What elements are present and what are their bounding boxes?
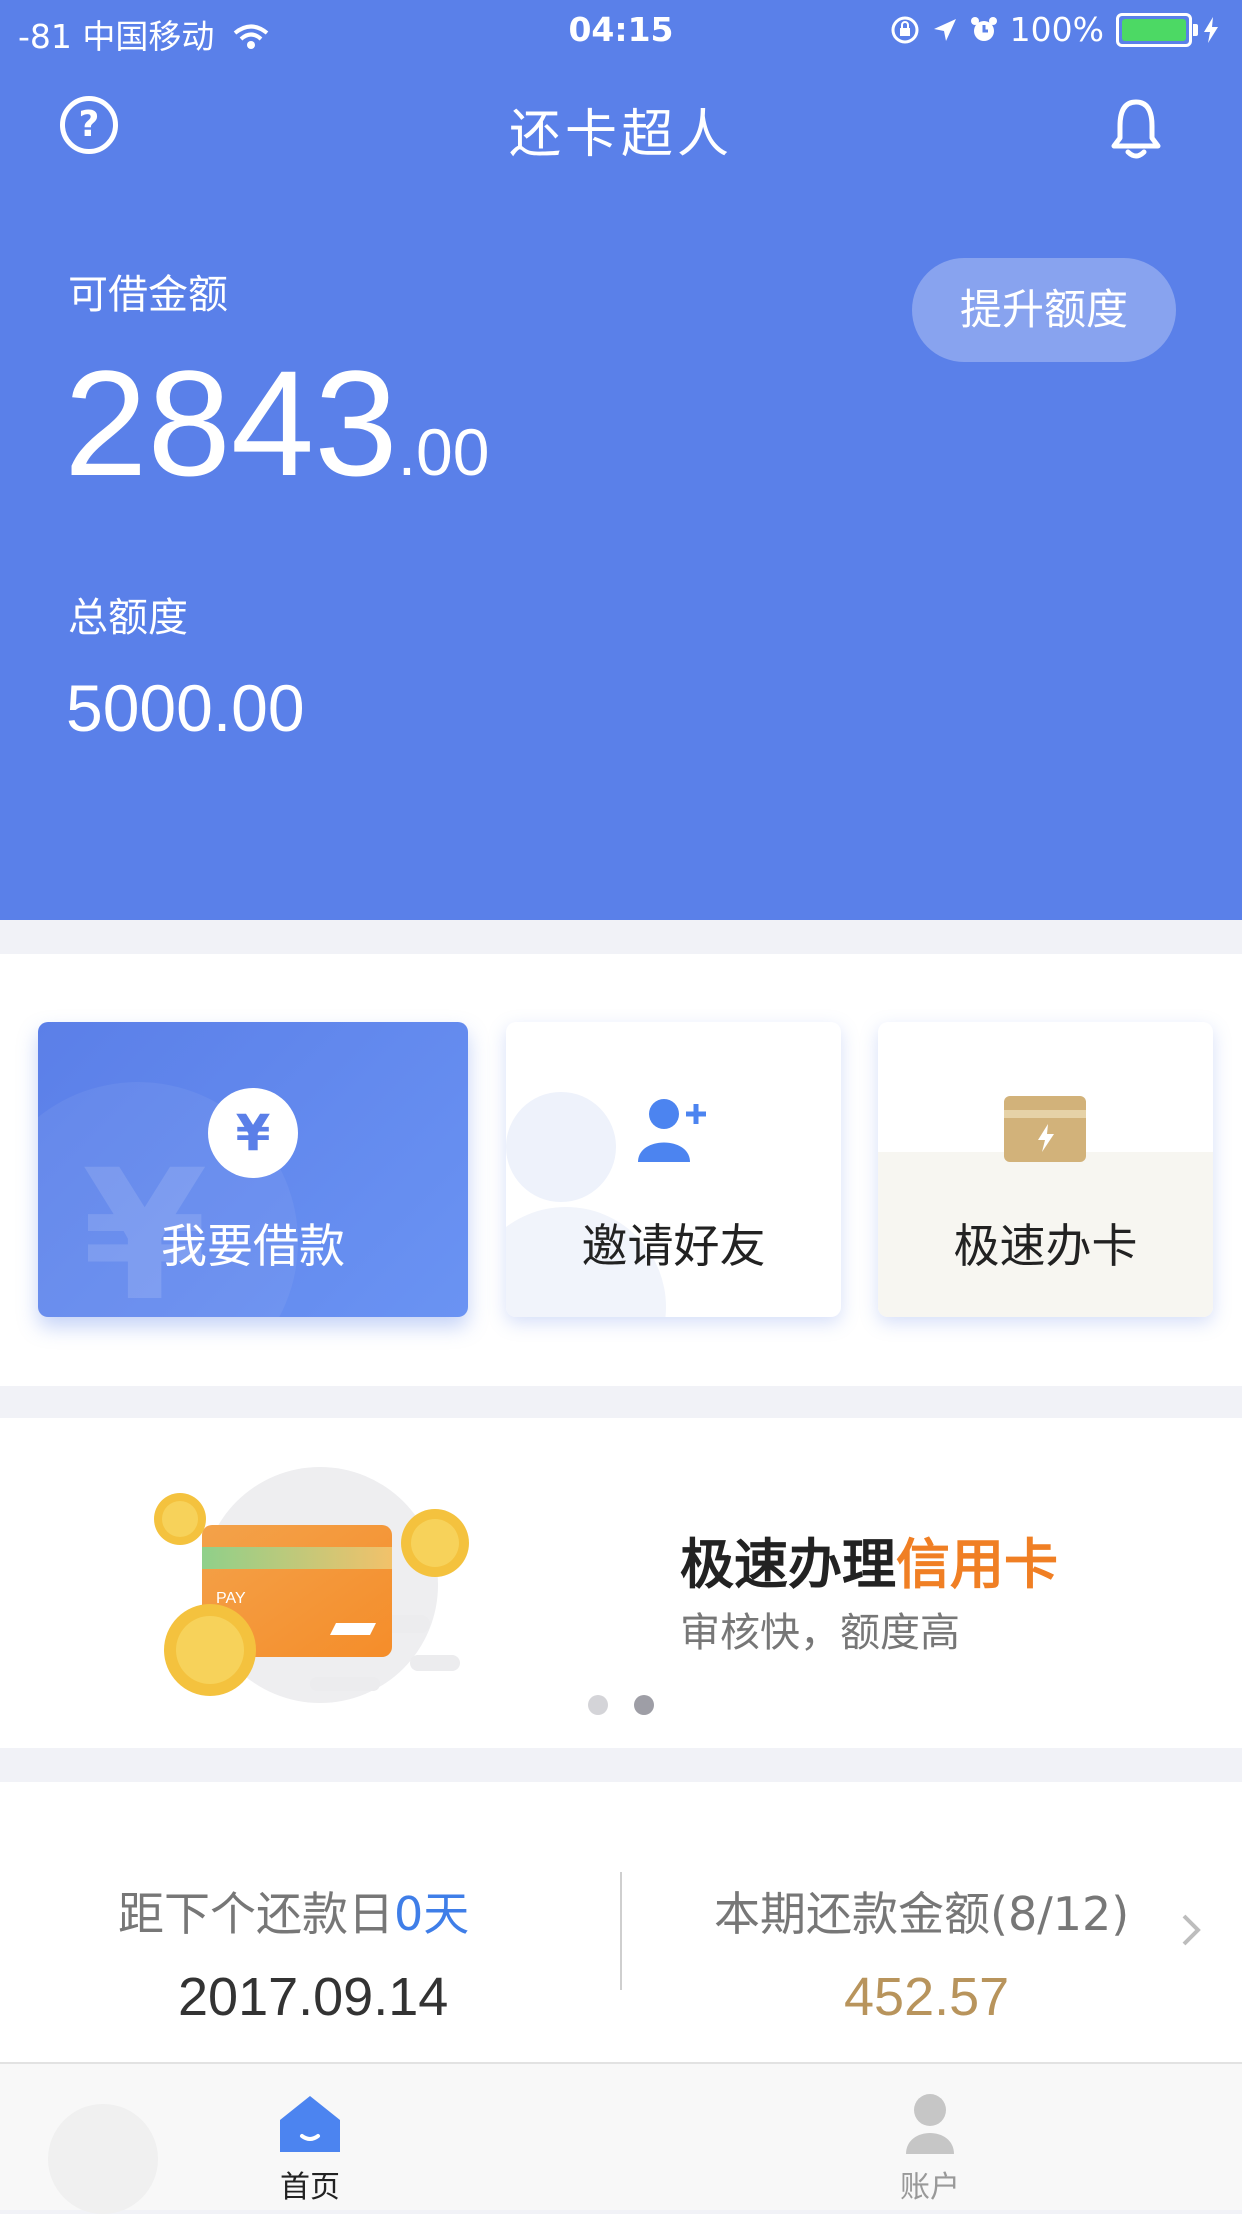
banner-subtitle: 审核快，额度高	[680, 1610, 960, 1656]
invite-label: 邀请好友	[581, 1219, 766, 1273]
total-amount: 5000.00	[66, 671, 305, 745]
apply-card-label: 极速办卡	[953, 1219, 1138, 1273]
repayment-amount: 452.57	[844, 1967, 1010, 2027]
credit-header: -81 中国移动 04:15 100% ? 还卡超人 可借金额 提升额度 284…	[0, 0, 1242, 920]
chevron-right-icon[interactable]	[1180, 1912, 1202, 1948]
available-label: 可借金额	[68, 272, 228, 318]
tab-home-label: 首页	[280, 2170, 340, 2205]
available-amount: 2843.00	[64, 339, 490, 507]
amount-label: 本期还款金额(8/12)	[714, 1887, 1130, 1941]
invite-friends-card[interactable]: 邀请好友	[506, 1022, 841, 1317]
user-icon	[906, 2094, 954, 2154]
carousel-dot-1[interactable]	[588, 1695, 608, 1715]
location-arrow-icon	[933, 18, 956, 41]
days-until-label: 距下个还款日0天	[118, 1887, 470, 1941]
banner-title: 极速办理信用卡	[680, 1533, 1058, 1596]
tab-account-label: 账户	[900, 2170, 960, 2205]
repayment-date: 2017.09.14	[178, 1967, 449, 2027]
total-label: 总额度	[68, 595, 188, 641]
status-right: 100%	[890, 10, 1218, 49]
battery-icon	[1116, 12, 1198, 47]
carousel-dot-2[interactable]	[634, 1695, 654, 1715]
floating-assist-button[interactable]	[48, 2104, 158, 2214]
borrow-label: 我要借款	[161, 1219, 345, 1273]
status-bar: -81 中国移动 04:15 100%	[0, 0, 1242, 62]
repayment-divider	[620, 1872, 622, 1990]
card-icon	[1004, 1096, 1086, 1162]
charging-icon	[1204, 16, 1218, 43]
yen-icon: ¥	[208, 1088, 298, 1178]
alarm-icon	[970, 16, 997, 41]
rotation-lock-icon	[891, 16, 919, 43]
borrow-card[interactable]: ¥ ¥ 我要借款	[38, 1022, 468, 1317]
raise-limit-button[interactable]: 提升额度	[912, 258, 1176, 362]
home-icon	[280, 2096, 340, 2152]
tab-bar: 首页 账户	[0, 2062, 1242, 2214]
decor-head	[506, 1092, 616, 1202]
pay-text: PAY	[216, 1590, 246, 1607]
quick-card-apply-card[interactable]: 极速办卡	[878, 1022, 1213, 1317]
bell-icon[interactable]	[1108, 98, 1164, 160]
battery-percent: 100%	[1009, 10, 1104, 49]
add-user-icon	[638, 1099, 706, 1162]
credit-card-illustration: PAY	[154, 1467, 469, 1703]
page-title: 还卡超人	[508, 105, 733, 165]
